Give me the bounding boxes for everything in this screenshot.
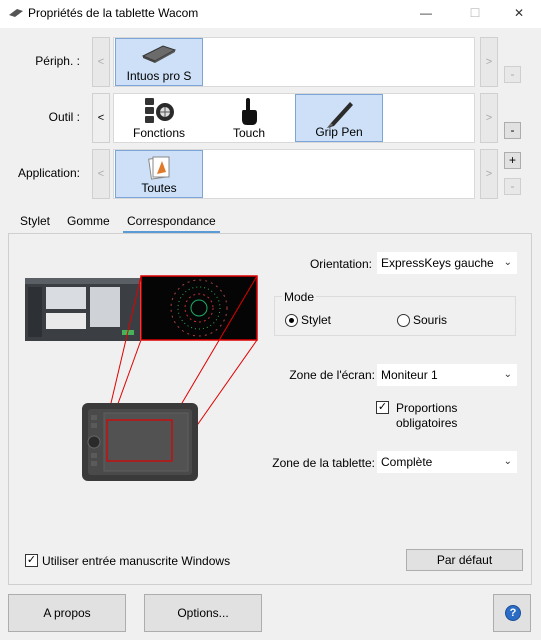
- screen-thumbnail-monitor: [140, 275, 258, 341]
- tool-prev-button[interactable]: <: [92, 93, 110, 143]
- mapping-illustration: [25, 275, 258, 481]
- touch-hand-icon: [242, 98, 257, 125]
- minimize-button[interactable]: —: [403, 0, 449, 28]
- tool-remove-button[interactable]: -: [504, 122, 521, 139]
- windows-ink-label: Utiliser entrée manuscrite Windows: [42, 554, 231, 568]
- tab-stylet[interactable]: Stylet: [16, 211, 54, 233]
- screen-thumbnail-desktop: [25, 278, 140, 341]
- windows-ink-checkbox[interactable]: ✓: [25, 554, 38, 567]
- tablet-area-label: Zone de la tablette:: [272, 456, 375, 470]
- mode-souris-label: Souris: [413, 313, 448, 327]
- tool-strip: Fonctions Touch Grip Pen: [113, 93, 475, 143]
- screen-area-label: Zone de l'écran:: [289, 368, 375, 382]
- about-button[interactable]: A propos: [8, 594, 126, 632]
- title-bar: Propriétés de la tablette Wacom — ☐ ✕: [0, 0, 541, 28]
- close-button[interactable]: ✕: [496, 0, 541, 28]
- tablet-icon: [141, 45, 177, 63]
- device-strip: Intuos pro S: [113, 37, 475, 87]
- tool-item-label: Fonctions: [132, 126, 186, 140]
- mode-souris-radio[interactable]: [397, 314, 410, 327]
- all-apps-icon: [148, 156, 170, 180]
- mode-stylet-radio[interactable]: [285, 314, 298, 327]
- device-next-button[interactable]: >: [480, 37, 498, 87]
- mode-stylet-label: Stylet: [301, 313, 332, 327]
- device-row-label: Périph. :: [35, 54, 80, 68]
- settings-tabs: Stylet Gomme Correspondance: [8, 211, 532, 233]
- proportions-checkbox[interactable]: ✓: [376, 401, 389, 414]
- maximize-button[interactable]: ☐: [452, 0, 498, 28]
- mode-title: Mode: [282, 290, 317, 304]
- tool-item-touch[interactable]: Touch: [205, 94, 293, 142]
- chevron-down-icon: ⌄: [503, 456, 512, 467]
- app-prev-button[interactable]: <: [92, 149, 110, 199]
- screen-area-value: Moniteur 1: [381, 368, 438, 382]
- tablet-area-select[interactable]: Complète ⌄: [377, 451, 517, 473]
- tool-row-label: Outil :: [48, 110, 80, 124]
- options-button[interactable]: Options...: [144, 594, 262, 632]
- tool-item-label: Grip Pen: [315, 125, 363, 139]
- screen-area-select[interactable]: Moniteur 1 ⌄: [377, 364, 517, 386]
- tool-item-grip-pen[interactable]: Grip Pen: [295, 94, 383, 142]
- app-add-button[interactable]: +: [504, 152, 521, 169]
- tool-next-button[interactable]: >: [480, 93, 498, 143]
- app-next-button[interactable]: >: [480, 149, 498, 199]
- app-item-label: Toutes: [141, 181, 177, 195]
- tool-item-fonctions[interactable]: Fonctions: [115, 94, 203, 142]
- window-title: Propriétés de la tablette Wacom: [28, 6, 199, 20]
- app-strip: Toutes: [113, 149, 475, 199]
- chevron-down-icon: ⌄: [503, 257, 512, 268]
- tab-correspondance[interactable]: Correspondance: [123, 211, 220, 233]
- orientation-value: ExpressKeys gauche: [381, 256, 494, 270]
- proportions-label-line2: obligatoires: [396, 416, 458, 430]
- help-button[interactable]: ?: [493, 594, 531, 632]
- device-item-intuos-pro-s[interactable]: Intuos pro S: [115, 38, 203, 86]
- tablet-area-value: Complète: [381, 455, 433, 469]
- app-row-label: Application:: [17, 166, 80, 180]
- orientation-select[interactable]: ExpressKeys gauche ⌄: [377, 252, 517, 274]
- tool-item-label: Touch: [232, 126, 266, 140]
- orientation-label: Orientation:: [309, 257, 372, 271]
- app-remove-button[interactable]: -: [504, 178, 521, 195]
- wacom-tablet-icon: [9, 9, 23, 17]
- proportions-label-line1: Proportions: [396, 401, 458, 415]
- help-icon: ?: [505, 605, 521, 621]
- tab-gomme[interactable]: Gomme: [63, 211, 114, 233]
- app-item-toutes[interactable]: Toutes: [115, 150, 203, 198]
- tablet-image: [82, 403, 198, 481]
- functions-icon: [145, 98, 174, 123]
- device-item-label: Intuos pro S: [126, 69, 192, 83]
- default-button[interactable]: Par défaut: [406, 549, 523, 571]
- device-prev-button[interactable]: <: [92, 37, 110, 87]
- chevron-down-icon: ⌄: [503, 369, 512, 380]
- device-remove-button[interactable]: -: [504, 66, 521, 83]
